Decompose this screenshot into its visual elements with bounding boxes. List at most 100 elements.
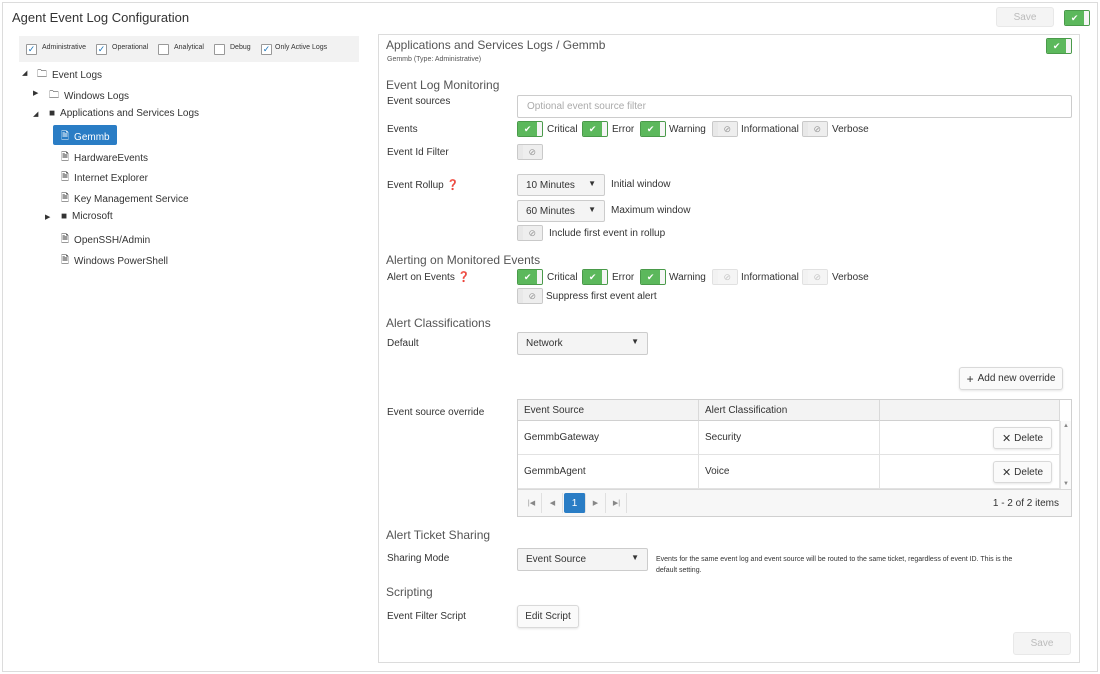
field-label: Suppress first event alert bbox=[546, 291, 657, 302]
override-grid: Event Source Alert Classification GemmbG… bbox=[517, 399, 1072, 517]
field-label: Event Filter Script bbox=[387, 611, 466, 622]
event-rollup-label: Event Rollup ❓ bbox=[387, 180, 459, 191]
toggle-events-informational[interactable]: ⊘ bbox=[712, 121, 738, 137]
log-type-filters: ✓ Administrative ✓ Operational Analytica… bbox=[19, 36, 359, 62]
section-heading: Alerting on Monitored Events bbox=[386, 253, 541, 267]
toggle-alert-warning[interactable]: ✔ bbox=[640, 269, 666, 285]
field-label: Initial window bbox=[611, 179, 671, 190]
file-icon: 🗎 bbox=[61, 172, 70, 183]
grid-pager: |◀ ◀ 1 ▶ ▶| 1 - 2 of 2 items bbox=[518, 489, 1071, 516]
file-icon: 🗎 bbox=[61, 193, 70, 204]
sharing-mode-note: Events for the same event log and event … bbox=[656, 556, 1013, 574]
toggle-alert-critical[interactable]: ✔ bbox=[517, 269, 543, 285]
check-icon: ✔ bbox=[1047, 39, 1067, 53]
ban-icon: ⊘ bbox=[522, 145, 542, 159]
level-label: Verbose bbox=[832, 124, 869, 135]
tree-node-windows-logs[interactable]: 🗀 Windows Logs bbox=[49, 88, 129, 105]
caret-down-icon: ▼ bbox=[631, 337, 639, 346]
default-classification-select[interactable]: Network ▼ bbox=[517, 332, 648, 355]
scroll-up-icon[interactable]: ▲ bbox=[1063, 423, 1069, 429]
log-enable-toggle[interactable]: ✔ bbox=[1046, 38, 1072, 54]
file-icon: 🗎 bbox=[61, 152, 70, 163]
collapse-arrow-icon[interactable]: ◢ bbox=[22, 69, 27, 77]
cell-alert-classification: Voice bbox=[699, 455, 880, 489]
collapse-arrow-icon[interactable]: ◢ bbox=[33, 110, 38, 118]
column-header-actions bbox=[880, 400, 1060, 421]
field-label: Event Id Filter bbox=[387, 147, 449, 158]
tree-node-key-management[interactable]: 🗎 Key Management Service bbox=[61, 191, 189, 208]
panel-subtitle: Gemmb (Type: Administrative) bbox=[387, 56, 482, 63]
first-page-icon[interactable]: |◀ bbox=[522, 493, 542, 513]
level-label: Error bbox=[612, 124, 635, 135]
column-header-alert-classification[interactable]: Alert Classification bbox=[699, 400, 880, 421]
check-icon: ✔ bbox=[518, 122, 538, 136]
close-icon: ✕ bbox=[1001, 432, 1012, 445]
toggle-events-warning[interactable]: ✔ bbox=[640, 121, 666, 137]
folder-icon: 🗀 bbox=[49, 90, 59, 101]
level-label: Informational bbox=[741, 124, 799, 135]
ban-icon: ⊘ bbox=[522, 226, 542, 240]
check-icon: ✔ bbox=[518, 270, 538, 284]
add-new-override-button[interactable]: + Add new override bbox=[959, 367, 1063, 390]
save-button-top[interactable]: Save bbox=[996, 7, 1054, 27]
field-label: Event source override bbox=[387, 407, 485, 418]
toggle-suppress-first-alert[interactable]: ⊘ bbox=[517, 288, 543, 304]
page-number-current[interactable]: 1 bbox=[564, 493, 586, 513]
checkbox-debug[interactable] bbox=[214, 44, 225, 55]
toggle-event-id-filter[interactable]: ⊘ bbox=[517, 144, 543, 160]
tree-node-microsoft[interactable]: ■ Microsoft bbox=[61, 211, 113, 222]
column-header-event-source[interactable]: Event Source bbox=[518, 400, 699, 421]
scroll-down-icon[interactable]: ▼ bbox=[1063, 481, 1069, 487]
edit-script-button[interactable]: Edit Script bbox=[517, 605, 579, 628]
level-label: Verbose bbox=[832, 272, 869, 283]
page-title: Agent Event Log Configuration bbox=[12, 10, 190, 25]
toggle-events-critical[interactable]: ✔ bbox=[517, 121, 543, 137]
toggle-alert-verbose[interactable]: ⊘ bbox=[802, 269, 828, 285]
delete-row-button[interactable]: ✕ Delete bbox=[993, 461, 1052, 483]
next-page-icon[interactable]: ▶ bbox=[586, 493, 606, 513]
help-icon[interactable]: ❓ bbox=[458, 272, 470, 283]
ban-icon: ⊘ bbox=[717, 270, 737, 284]
page-info: 1 - 2 of 2 items bbox=[992, 498, 1059, 509]
delete-row-button[interactable]: ✕ Delete bbox=[993, 427, 1052, 449]
tree-node-event-logs[interactable]: 🗀 Event Logs bbox=[37, 67, 102, 84]
tree-node-internet-explorer[interactable]: 🗎 Internet Explorer bbox=[61, 170, 148, 187]
file-icon: 🗎 bbox=[61, 255, 70, 266]
event-source-filter-input[interactable]: Optional event source filter bbox=[517, 95, 1072, 118]
checkbox-operational[interactable]: ✓ bbox=[96, 44, 107, 55]
toggle-alert-informational[interactable]: ⊘ bbox=[712, 269, 738, 285]
expand-arrow-icon[interactable]: ▶ bbox=[45, 213, 50, 221]
help-icon[interactable]: ❓ bbox=[446, 180, 458, 191]
check-icon: ✔ bbox=[583, 122, 603, 136]
last-page-icon[interactable]: ▶| bbox=[607, 493, 627, 513]
ban-icon: ⊘ bbox=[807, 270, 827, 284]
toggle-include-first-event[interactable]: ⊘ bbox=[517, 225, 543, 241]
expand-arrow-icon[interactable]: ▶ bbox=[33, 89, 38, 97]
folder-filled-icon: ■ bbox=[49, 108, 56, 119]
save-button-bottom[interactable]: Save bbox=[1013, 632, 1071, 655]
maximum-window-select[interactable]: 60 Minutes ▼ bbox=[517, 200, 605, 222]
global-enable-toggle[interactable]: ✔ bbox=[1064, 10, 1090, 26]
tree-node-hardwareevents[interactable]: 🗎 HardwareEvents bbox=[61, 150, 148, 167]
tree-node-powershell[interactable]: 🗎 Windows PowerShell bbox=[61, 253, 168, 270]
checkbox-only-active[interactable]: ✓ bbox=[261, 44, 272, 55]
grid-scrollbar[interactable]: ▲ ▼ bbox=[1060, 421, 1071, 489]
filter-label: Analytical bbox=[174, 44, 204, 51]
sharing-mode-select[interactable]: Event Source ▼ bbox=[517, 548, 648, 571]
toggle-alert-error[interactable]: ✔ bbox=[582, 269, 608, 285]
tree-node-apps-services[interactable]: ■ Applications and Services Logs bbox=[49, 108, 199, 119]
tree-node-gemmb[interactable]: 🗎 Gemmb bbox=[61, 129, 110, 146]
section-heading: Event Log Monitoring bbox=[386, 78, 500, 92]
file-icon: 🗎 bbox=[61, 234, 70, 245]
tree-node-openssh[interactable]: 🗎 OpenSSH/Admin bbox=[61, 232, 150, 249]
initial-window-select[interactable]: 10 Minutes ▼ bbox=[517, 174, 605, 196]
level-label: Critical bbox=[547, 124, 578, 135]
prev-page-icon[interactable]: ◀ bbox=[543, 493, 563, 513]
caret-down-icon: ▼ bbox=[588, 205, 596, 214]
ban-icon: ⊘ bbox=[717, 122, 737, 136]
folder-open-icon: 🗀 bbox=[37, 69, 47, 80]
toggle-events-verbose[interactable]: ⊘ bbox=[802, 121, 828, 137]
checkbox-administrative[interactable]: ✓ bbox=[26, 44, 37, 55]
checkbox-analytical[interactable] bbox=[158, 44, 169, 55]
toggle-events-error[interactable]: ✔ bbox=[582, 121, 608, 137]
